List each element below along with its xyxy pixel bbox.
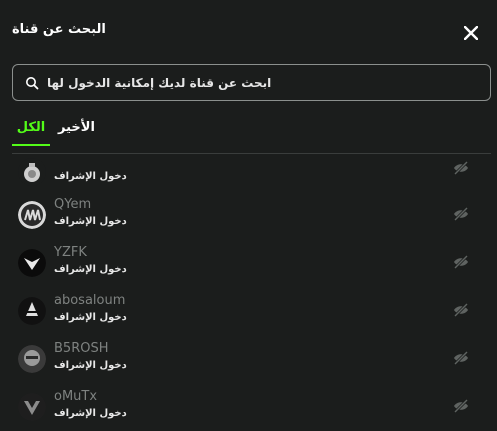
eye-off-icon[interactable] bbox=[452, 160, 470, 176]
channel-name: abosaloum bbox=[54, 293, 126, 308]
tab-bar: الكل الأخير bbox=[12, 114, 491, 154]
channel-avatar bbox=[18, 297, 46, 325]
channel-row[interactable]: B5ROSH دخول الإشراف bbox=[0, 336, 497, 384]
eye-off-icon[interactable] bbox=[452, 254, 470, 270]
tab-recent[interactable]: الأخير bbox=[58, 120, 95, 144]
eye-off-icon[interactable] bbox=[452, 398, 470, 414]
channel-access: دخول الإشراف bbox=[54, 216, 127, 227]
search-box bbox=[12, 64, 491, 101]
channel-row[interactable]: oMuTx دخول الإشراف bbox=[0, 384, 497, 431]
close-icon bbox=[464, 26, 478, 40]
channel-row[interactable]: YZFK دخول الإشراف bbox=[0, 240, 497, 288]
channel-access: دخول الإشراف bbox=[54, 360, 127, 371]
channel-list: دخول الإشراف QYem دخول الإشراف YZFK دخول… bbox=[0, 152, 497, 431]
search-input[interactable] bbox=[47, 65, 467, 100]
eye-off-icon[interactable] bbox=[452, 206, 470, 222]
search-icon bbox=[26, 77, 39, 90]
close-button[interactable] bbox=[461, 23, 481, 43]
dialog-title: البحث عن قناة bbox=[12, 22, 106, 37]
channel-row[interactable]: دخول الإشراف bbox=[0, 152, 497, 192]
channel-access: دخول الإشراف bbox=[54, 264, 127, 275]
channel-access: دخول الإشراف bbox=[54, 408, 127, 419]
channel-name: YZFK bbox=[54, 245, 87, 260]
channel-avatar bbox=[18, 201, 46, 229]
channel-access: دخول الإشراف bbox=[54, 171, 127, 182]
dialog-header: البحث عن قناة bbox=[0, 0, 497, 60]
channel-name: QYem bbox=[54, 197, 92, 212]
channel-avatar bbox=[18, 158, 46, 186]
eye-off-icon[interactable] bbox=[452, 350, 470, 366]
channel-row[interactable]: QYem دخول الإشراف bbox=[0, 192, 497, 240]
channel-access: دخول الإشراف bbox=[54, 312, 127, 323]
channel-avatar bbox=[18, 249, 46, 277]
tab-all[interactable]: الكل bbox=[12, 120, 50, 146]
channel-name: B5ROSH bbox=[54, 341, 109, 356]
channel-avatar bbox=[18, 345, 46, 373]
eye-off-icon[interactable] bbox=[452, 302, 470, 318]
channel-name: oMuTx bbox=[54, 389, 98, 404]
channel-row[interactable]: abosaloum دخول الإشراف bbox=[0, 288, 497, 336]
channel-avatar bbox=[18, 393, 46, 421]
